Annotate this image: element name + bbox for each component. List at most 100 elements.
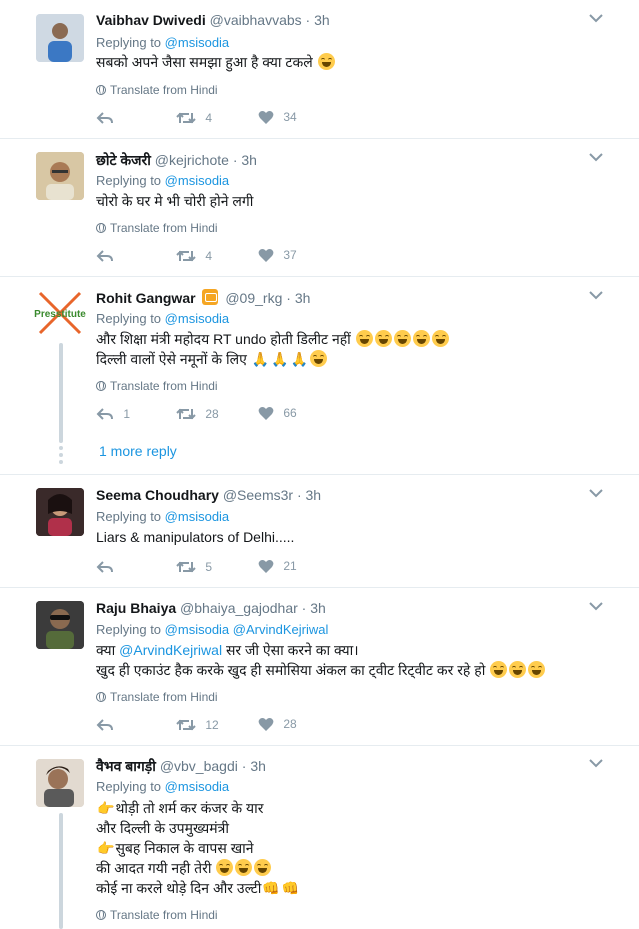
timestamp[interactable]: 3h [314, 12, 330, 28]
mention-link[interactable]: @msisodia [165, 509, 230, 524]
heart-icon [258, 249, 274, 262]
retweet-button[interactable]: 12 [176, 717, 219, 733]
tweet[interactable]: छोटे केजरी @kejrichote · 3h Replying to … [0, 139, 639, 277]
translate-link[interactable]: Translate from Hindi [96, 83, 218, 97]
tweet-line: क्या [96, 642, 120, 658]
reply-icon [96, 719, 113, 731]
mention-link[interactable]: @msisodia [165, 779, 230, 794]
timestamp[interactable]: 3h [241, 152, 257, 168]
tweet[interactable]: Raju Bhaiya @bhaiya_gajodhar · 3h Replyi… [0, 588, 639, 746]
chevron-down-icon[interactable] [589, 152, 603, 162]
tweet-text: चोरो के घर मे भी चोरी होने लगी [96, 191, 253, 211]
user-handle[interactable]: @09_rkg [225, 290, 282, 306]
user-handle[interactable]: @vbv_bagdi [160, 758, 238, 774]
thread-dots [59, 446, 63, 467]
timestamp[interactable]: 3h [310, 600, 326, 616]
tweet-header: वैभव बागड़ी @vbv_bagdi · 3h [96, 757, 266, 776]
like-button[interactable]: 37 [258, 248, 297, 263]
heart-icon [258, 718, 274, 731]
globe-icon [96, 692, 106, 702]
retweet-button[interactable]: 4 [176, 248, 212, 264]
mention-link[interactable]: @msisodia [165, 622, 230, 637]
mention-link[interactable]: @ArvindKejriwal [233, 622, 329, 637]
retweet-button[interactable]: 28 [176, 406, 219, 422]
mention-link[interactable]: @msisodia [165, 35, 230, 50]
reply-button[interactable]: 1 [96, 406, 130, 422]
display-name[interactable]: Seema Choudhary [96, 487, 219, 503]
timestamp[interactable]: 3h [295, 290, 311, 306]
more-replies-link[interactable]: 1 more reply [99, 443, 177, 459]
user-handle[interactable]: @kejrichote [155, 152, 229, 168]
mention-link[interactable]: @ArvindKejriwal [119, 642, 222, 658]
replying-to: Replying to @msisodia @ArvindKejriwal [96, 622, 328, 637]
chevron-down-icon[interactable] [589, 758, 603, 768]
separator-dot: · [301, 600, 307, 616]
translate-link[interactable]: Translate from Hindi [96, 908, 218, 922]
chevron-down-icon[interactable] [589, 13, 603, 23]
tweet-line: थोड़ी तो शर्म कर कंजर के यार [115, 800, 264, 816]
translate-link[interactable]: Translate from Hindi [96, 690, 218, 704]
translate-label: Translate from Hindi [110, 83, 218, 97]
folded-hands-icon: 🙏 [271, 351, 289, 367]
replying-to: Replying to @msisodia [96, 311, 229, 326]
display-name[interactable]: Rohit Gangwar [96, 290, 196, 306]
timestamp[interactable]: 3h [306, 487, 322, 503]
retweet-icon [176, 408, 196, 420]
user-handle[interactable]: @vaibhavvabs [210, 12, 302, 28]
tweet-text: 👉थोड़ी तो शर्म कर कंजर के यार और दिल्ली … [96, 798, 300, 898]
user-handle[interactable]: @bhaiya_gajodhar [180, 600, 298, 616]
timestamp[interactable]: 3h [250, 758, 266, 774]
display-name[interactable]: वैभव बागड़ी [96, 758, 156, 774]
tweet-line: खुद ही एकाउंट हैक करके खुद ही समोसिया अं… [96, 662, 486, 678]
mention-link[interactable]: @msisodia [165, 173, 230, 188]
pointing-hand-icon: 👉 [97, 800, 115, 816]
globe-icon [96, 85, 106, 95]
chevron-down-icon[interactable] [589, 290, 603, 300]
reply-button[interactable] [96, 110, 114, 126]
tweet[interactable]: Presstitute Rohit Gangwar @09_rkg · 3h R… [0, 277, 639, 475]
tweet-line: सबको अपने जैसा समझा हुआ है क्या टकले [96, 54, 313, 70]
avatar[interactable] [36, 14, 84, 62]
translate-link[interactable]: Translate from Hindi [96, 221, 218, 235]
folded-hands-icon: 🙏 [251, 351, 270, 367]
reply-button[interactable] [96, 559, 114, 575]
laughing-emoji-icon [490, 661, 508, 678]
chevron-down-icon[interactable] [589, 601, 603, 611]
laughing-emoji-icon [355, 330, 373, 347]
tweet[interactable]: Seema Choudhary @Seems3r · 3h Replying t… [0, 475, 639, 588]
mention-link[interactable]: @msisodia [165, 311, 230, 326]
display-name[interactable]: छोटे केजरी [96, 152, 151, 168]
retweet-button[interactable]: 5 [176, 559, 212, 575]
avatar[interactable] [36, 488, 84, 536]
chevron-down-icon[interactable] [589, 488, 603, 498]
retweet-icon [176, 719, 196, 731]
badge-icon [202, 289, 219, 305]
avatar[interactable] [36, 152, 84, 200]
reply-icon [96, 408, 113, 420]
like-button[interactable]: 28 [258, 717, 297, 732]
tweet-line: दिल्ली वालों ऐसे नमूनों के लिए [96, 351, 247, 367]
replying-label: Replying to [96, 779, 162, 794]
translate-link[interactable]: Translate from Hindi [96, 379, 218, 393]
avatar[interactable]: Presstitute [34, 289, 86, 337]
translate-label: Translate from Hindi [110, 690, 218, 704]
reply-button[interactable] [96, 717, 114, 733]
tweet-line: Liars & manipulators of Delhi..... [96, 529, 295, 545]
tweet[interactable]: Vaibhav Dwivedi @vaibhavvabs · 3h Replyi… [0, 0, 639, 139]
retweet-button[interactable]: 4 [176, 110, 212, 126]
tweet[interactable]: वैभव बागड़ी @vbv_bagdi · 3h Replying to … [0, 746, 639, 929]
separator-dot: · [241, 758, 247, 774]
like-button[interactable]: 21 [258, 559, 297, 574]
user-handle[interactable]: @Seems3r [223, 487, 293, 503]
avatar[interactable] [36, 759, 84, 807]
avatar[interactable] [36, 601, 84, 649]
like-button[interactable]: 66 [258, 406, 297, 421]
like-button[interactable]: 34 [258, 110, 297, 125]
display-name[interactable]: Vaibhav Dwivedi [96, 12, 206, 28]
fist-icon: 👊 [262, 880, 280, 896]
replying-to: Replying to @msisodia [96, 35, 229, 50]
reply-button[interactable] [96, 248, 114, 264]
reply-icon [96, 250, 113, 262]
display-name[interactable]: Raju Bhaiya [96, 600, 176, 616]
laughing-emoji-icon [374, 330, 392, 347]
